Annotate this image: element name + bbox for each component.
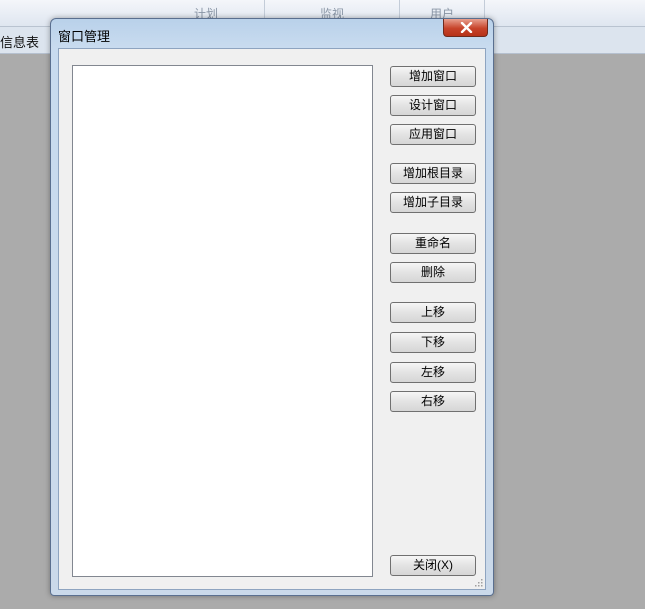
dialog-close-button[interactable] — [443, 19, 488, 37]
rename-button[interactable]: 重命名 — [390, 233, 476, 254]
add-root-directory-button[interactable]: 增加根目录 — [390, 163, 476, 184]
add-window-button[interactable]: 增加窗口 — [390, 66, 476, 87]
close-icon — [460, 22, 473, 33]
dialog-client-area: 增加窗口 设计窗口 应用窗口 增加根目录 增加子目录 重命名 删除 上移 下移 … — [58, 48, 486, 590]
move-up-button[interactable]: 上移 — [390, 302, 476, 323]
apply-window-button[interactable]: 应用窗口 — [390, 124, 476, 145]
delete-button[interactable]: 删除 — [390, 262, 476, 283]
design-window-button[interactable]: 设计窗口 — [390, 95, 476, 116]
close-button[interactable]: 关闭(X) — [390, 555, 476, 576]
move-left-button[interactable]: 左移 — [390, 362, 476, 383]
move-right-button[interactable]: 右移 — [390, 391, 476, 412]
dialog-title: 窗口管理 — [58, 30, 111, 45]
window-tree-view[interactable] — [72, 65, 373, 577]
background-tab-info-table[interactable]: 信息表 — [0, 32, 39, 51]
move-down-button[interactable]: 下移 — [390, 332, 476, 353]
window-manager-dialog: 窗口管理 增加窗口 设计窗口 应用窗口 增加根目录 增加子目录 重命名 删除 上… — [50, 18, 494, 596]
resize-grip-icon[interactable] — [475, 579, 483, 587]
add-subdirectory-button[interactable]: 增加子目录 — [390, 192, 476, 213]
